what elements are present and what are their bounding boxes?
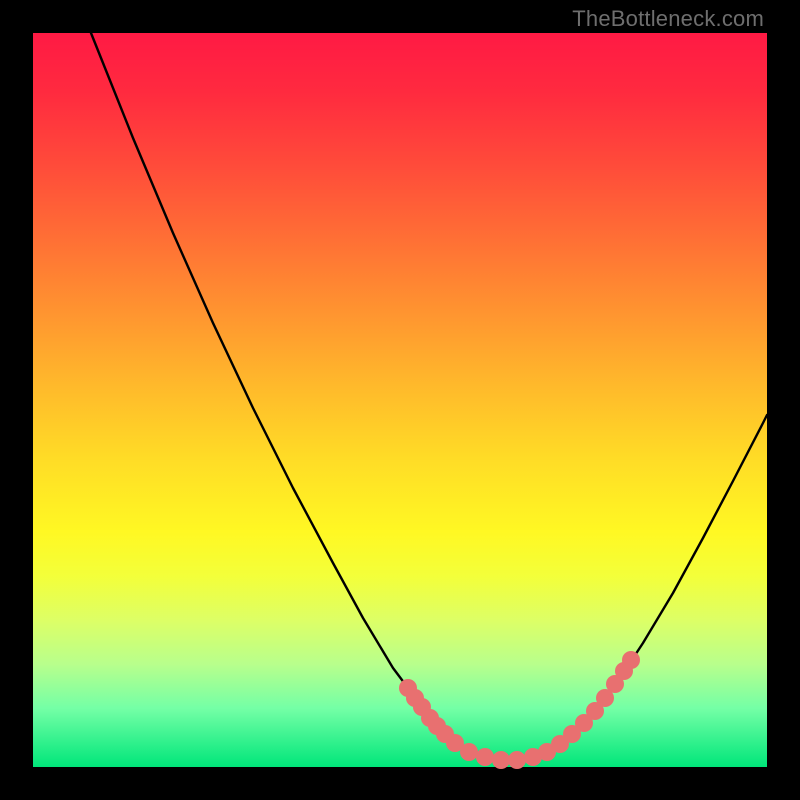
- plot-area: [33, 33, 767, 767]
- curve-svg: [33, 33, 767, 767]
- bottleneck-curve: [91, 33, 767, 761]
- curve-dot: [622, 651, 640, 669]
- curve-dot: [508, 751, 526, 769]
- watermark-text: TheBottleneck.com: [572, 6, 764, 32]
- chart-frame: TheBottleneck.com: [0, 0, 800, 800]
- curve-dot: [460, 743, 478, 761]
- dots-group: [399, 651, 640, 769]
- curve-dot: [476, 748, 494, 766]
- curve-dot: [492, 751, 510, 769]
